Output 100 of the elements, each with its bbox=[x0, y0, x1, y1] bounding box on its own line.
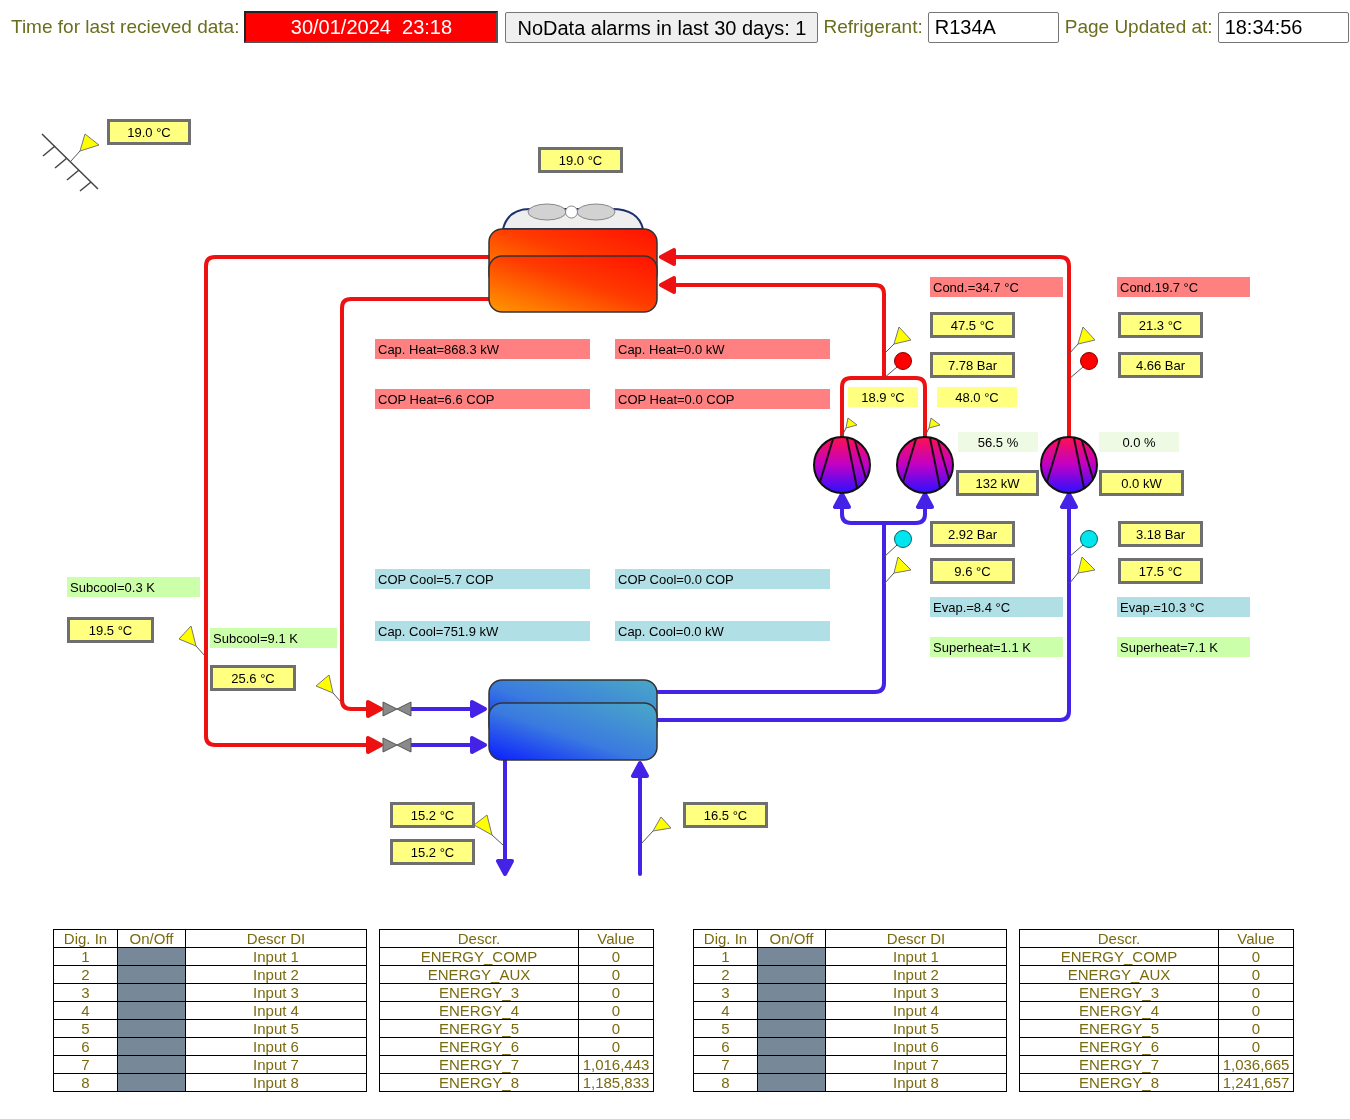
table-cell: Input 7 bbox=[825, 1055, 1007, 1074]
table-cell: 0 bbox=[1218, 965, 1294, 984]
table-cell: 1 bbox=[53, 947, 118, 966]
heating-label: COP Heat=6.6 COP bbox=[375, 389, 590, 409]
temperature-sensor-icon bbox=[70, 133, 100, 162]
cooling-label: Evap.=8.4 °C bbox=[930, 597, 1063, 617]
temperature-sensor-icon bbox=[1068, 326, 1096, 355]
reading-display: 19.0 °C bbox=[107, 119, 191, 145]
cooling-label: COP Cool=0.0 COP bbox=[615, 569, 830, 589]
reading-display: 21.3 °C bbox=[1118, 312, 1203, 338]
refrigerant-field[interactable]: R134A bbox=[927, 11, 1059, 43]
temperature-sensor-icon bbox=[883, 326, 912, 355]
temperature-sensor-icon bbox=[315, 674, 342, 703]
temperature-sensor-icon bbox=[924, 417, 941, 437]
temperature-sensor-icon bbox=[473, 814, 504, 846]
table-cell: 7 bbox=[693, 1055, 758, 1074]
reading-label: 48.0 °C bbox=[937, 387, 1017, 407]
column-header: Value bbox=[578, 929, 654, 948]
pressure-sensor-icon bbox=[1068, 352, 1098, 380]
table-cell: 2 bbox=[693, 965, 758, 984]
table-cell: 1 bbox=[693, 947, 758, 966]
column-header: Descr. bbox=[379, 929, 579, 948]
reading-display: 15.2 °C bbox=[390, 839, 475, 865]
last-data-field[interactable]: 30/01/2024 23:18 bbox=[244, 11, 499, 43]
column-header: Descr DI bbox=[185, 929, 367, 948]
pressure-sensor-icon bbox=[883, 530, 912, 558]
table-cell: 0 bbox=[578, 947, 654, 966]
column-header: Descr DI bbox=[825, 929, 1007, 948]
heating-label: Cap. Heat=0.0 kW bbox=[615, 339, 830, 359]
table-cell: ENERGY_COMP bbox=[379, 947, 579, 966]
cooling-label: Evap.=10.3 °C bbox=[1117, 597, 1250, 617]
temperature-sensor-icon bbox=[1068, 556, 1096, 585]
compressor-icon bbox=[896, 436, 954, 494]
table-cell: ENERGY_4 bbox=[379, 1001, 579, 1020]
table-cell: Input 8 bbox=[185, 1073, 367, 1092]
reading-label: 18.9 °C bbox=[848, 387, 918, 407]
alarm-count-button[interactable]: NoData alarms in last 30 days: 1 bbox=[505, 11, 819, 43]
table-cell: 0 bbox=[1218, 1001, 1294, 1020]
load-label: 56.5 % bbox=[958, 432, 1038, 452]
heating-label: COP Heat=0.0 COP bbox=[615, 389, 830, 409]
table-cell: ENERGY_8 bbox=[1019, 1073, 1219, 1092]
table-cell: ENERGY_3 bbox=[1019, 983, 1219, 1002]
table-cell: 0 bbox=[578, 1037, 654, 1056]
table-cell: 1,016,443 bbox=[578, 1055, 654, 1074]
table-cell: 7 bbox=[53, 1055, 118, 1074]
reading-display: 7.78 Bar bbox=[930, 352, 1015, 378]
reading-display: 2.92 Bar bbox=[930, 521, 1015, 547]
table-cell: 3 bbox=[53, 983, 118, 1002]
column-header: Dig. In bbox=[53, 929, 118, 948]
refrigerant-label: Refrigerant: bbox=[823, 14, 923, 39]
table-cell: ENERGY_7 bbox=[379, 1055, 579, 1074]
temperature-sensor-icon bbox=[883, 556, 912, 585]
temperature-difference-label: Superheat=7.1 K bbox=[1117, 637, 1250, 657]
table-cell: ENERGY_4 bbox=[1019, 1001, 1219, 1020]
table-cell: Input 4 bbox=[185, 1001, 367, 1020]
table-cell: 0 bbox=[578, 983, 654, 1002]
table-cell: Input 8 bbox=[825, 1073, 1007, 1092]
table-cell: ENERGY_6 bbox=[379, 1037, 579, 1056]
table-cell: ENERGY_5 bbox=[379, 1019, 579, 1038]
table-cell: Input 2 bbox=[185, 965, 367, 984]
table-cell: 6 bbox=[693, 1037, 758, 1056]
reading-display: 25.6 °C bbox=[210, 665, 296, 691]
reading-display: 19.0 °C bbox=[538, 147, 623, 173]
table-cell: 1,241,657 bbox=[1218, 1073, 1294, 1092]
table-cell: Input 1 bbox=[825, 947, 1007, 966]
table-cell: Input 5 bbox=[825, 1019, 1007, 1038]
load-label: 0.0 % bbox=[1099, 432, 1179, 452]
cooling-label: Cap. Cool=0.0 kW bbox=[615, 621, 830, 641]
pressure-sensor-icon bbox=[883, 352, 912, 379]
reading-display: 132 kW bbox=[956, 470, 1039, 496]
updated-time-field[interactable]: 18:34:56 bbox=[1217, 11, 1349, 43]
reading-display: 47.5 °C bbox=[930, 312, 1015, 338]
temperature-sensor-icon bbox=[841, 417, 858, 437]
column-header: On/Off bbox=[757, 929, 826, 948]
valve-icon bbox=[382, 737, 412, 753]
pressure-sensor-icon bbox=[1068, 530, 1098, 558]
valve-icon bbox=[382, 701, 412, 717]
fan-icon bbox=[502, 203, 644, 230]
reading-display: 16.5 °C bbox=[683, 802, 768, 828]
cooling-label: Cap. Cool=751.9 kW bbox=[375, 621, 590, 641]
table-cell: ENERGY_8 bbox=[379, 1073, 579, 1092]
column-header: Descr. bbox=[1019, 929, 1219, 948]
column-header: Value bbox=[1218, 929, 1294, 948]
temperature-sensor-icon bbox=[640, 816, 672, 845]
table-cell: Input 6 bbox=[185, 1037, 367, 1056]
table-cell: 1,036,665 bbox=[1218, 1055, 1294, 1074]
reading-display: 19.5 °C bbox=[67, 617, 154, 643]
table-cell: 8 bbox=[53, 1073, 118, 1092]
table-cell: Input 2 bbox=[825, 965, 1007, 984]
table-cell: 2 bbox=[53, 965, 118, 984]
table-cell: Input 3 bbox=[185, 983, 367, 1002]
table-cell: Input 1 bbox=[185, 947, 367, 966]
table-cell: ENERGY_AUX bbox=[379, 965, 579, 984]
table-cell: ENERGY_3 bbox=[379, 983, 579, 1002]
table-cell: 3 bbox=[693, 983, 758, 1002]
column-header: On/Off bbox=[117, 929, 186, 948]
table-cell: 0 bbox=[1218, 1019, 1294, 1038]
temperature-difference-label: Subcool=0.3 K bbox=[67, 577, 200, 597]
table-cell: 0 bbox=[578, 1019, 654, 1038]
table-cell: 4 bbox=[53, 1001, 118, 1020]
